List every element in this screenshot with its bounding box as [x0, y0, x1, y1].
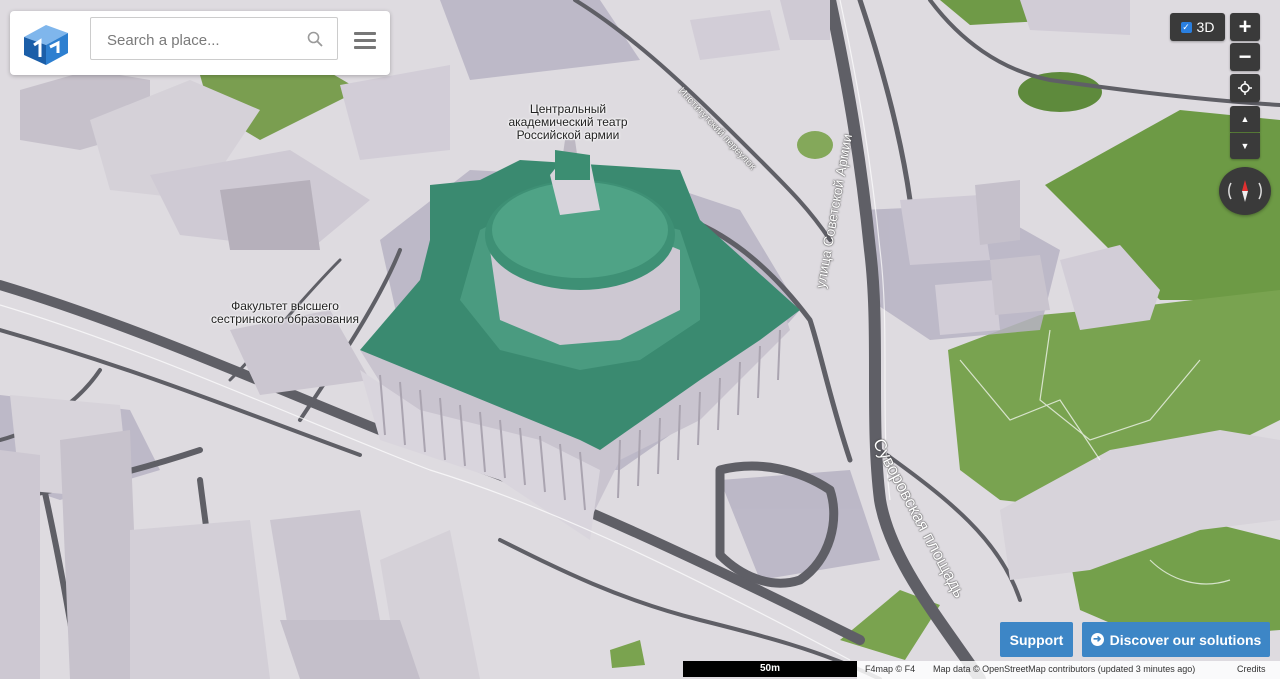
hamburger-menu-icon[interactable]	[354, 32, 376, 50]
support-button[interactable]: Support	[1000, 622, 1073, 657]
tilt-up-button[interactable]: ▲	[1230, 106, 1260, 132]
search-field[interactable]	[90, 17, 338, 60]
map-canvas[interactable]	[0, 0, 1280, 679]
search-input[interactable]	[105, 29, 309, 51]
scale-bar: 50m	[683, 661, 857, 677]
theatre-label: Центральный академический театр Российск…	[508, 102, 628, 142]
toggle-3d-button[interactable]: ✓ 3D	[1170, 13, 1225, 41]
zoom-in-button[interactable]: +	[1230, 13, 1260, 41]
search-icon[interactable]	[307, 31, 323, 47]
osm-attribution[interactable]: Map data © OpenStreetMap contributors (u…	[933, 661, 1195, 677]
checkbox-checked-icon[interactable]: ✓	[1180, 21, 1192, 33]
crosshair-icon	[1238, 81, 1252, 95]
f4map-logo-icon[interactable]	[20, 19, 76, 67]
faculty-label: Факультет высшего сестринского образован…	[211, 299, 359, 326]
search-panel	[10, 11, 390, 75]
compass-icon[interactable]	[1219, 167, 1271, 215]
discover-button[interactable]: ➜ Discover our solutions	[1082, 622, 1270, 657]
zoom-out-button[interactable]: −	[1230, 43, 1260, 71]
discover-button-label: Discover our solutions	[1109, 631, 1262, 648]
compass-needle-icon	[1228, 180, 1262, 202]
tilt-down-button[interactable]: ▼	[1230, 133, 1260, 159]
toggle-3d-label: 3D	[1196, 19, 1215, 35]
locate-button[interactable]	[1230, 74, 1260, 102]
attribution-bar: F4map © F4 Map data © OpenStreetMap cont…	[857, 661, 1280, 679]
arrow-circle-right-icon: ➜	[1090, 633, 1104, 646]
credits-link[interactable]: Credits	[1237, 661, 1266, 677]
f4map-attribution[interactable]: F4map © F4	[865, 661, 915, 677]
